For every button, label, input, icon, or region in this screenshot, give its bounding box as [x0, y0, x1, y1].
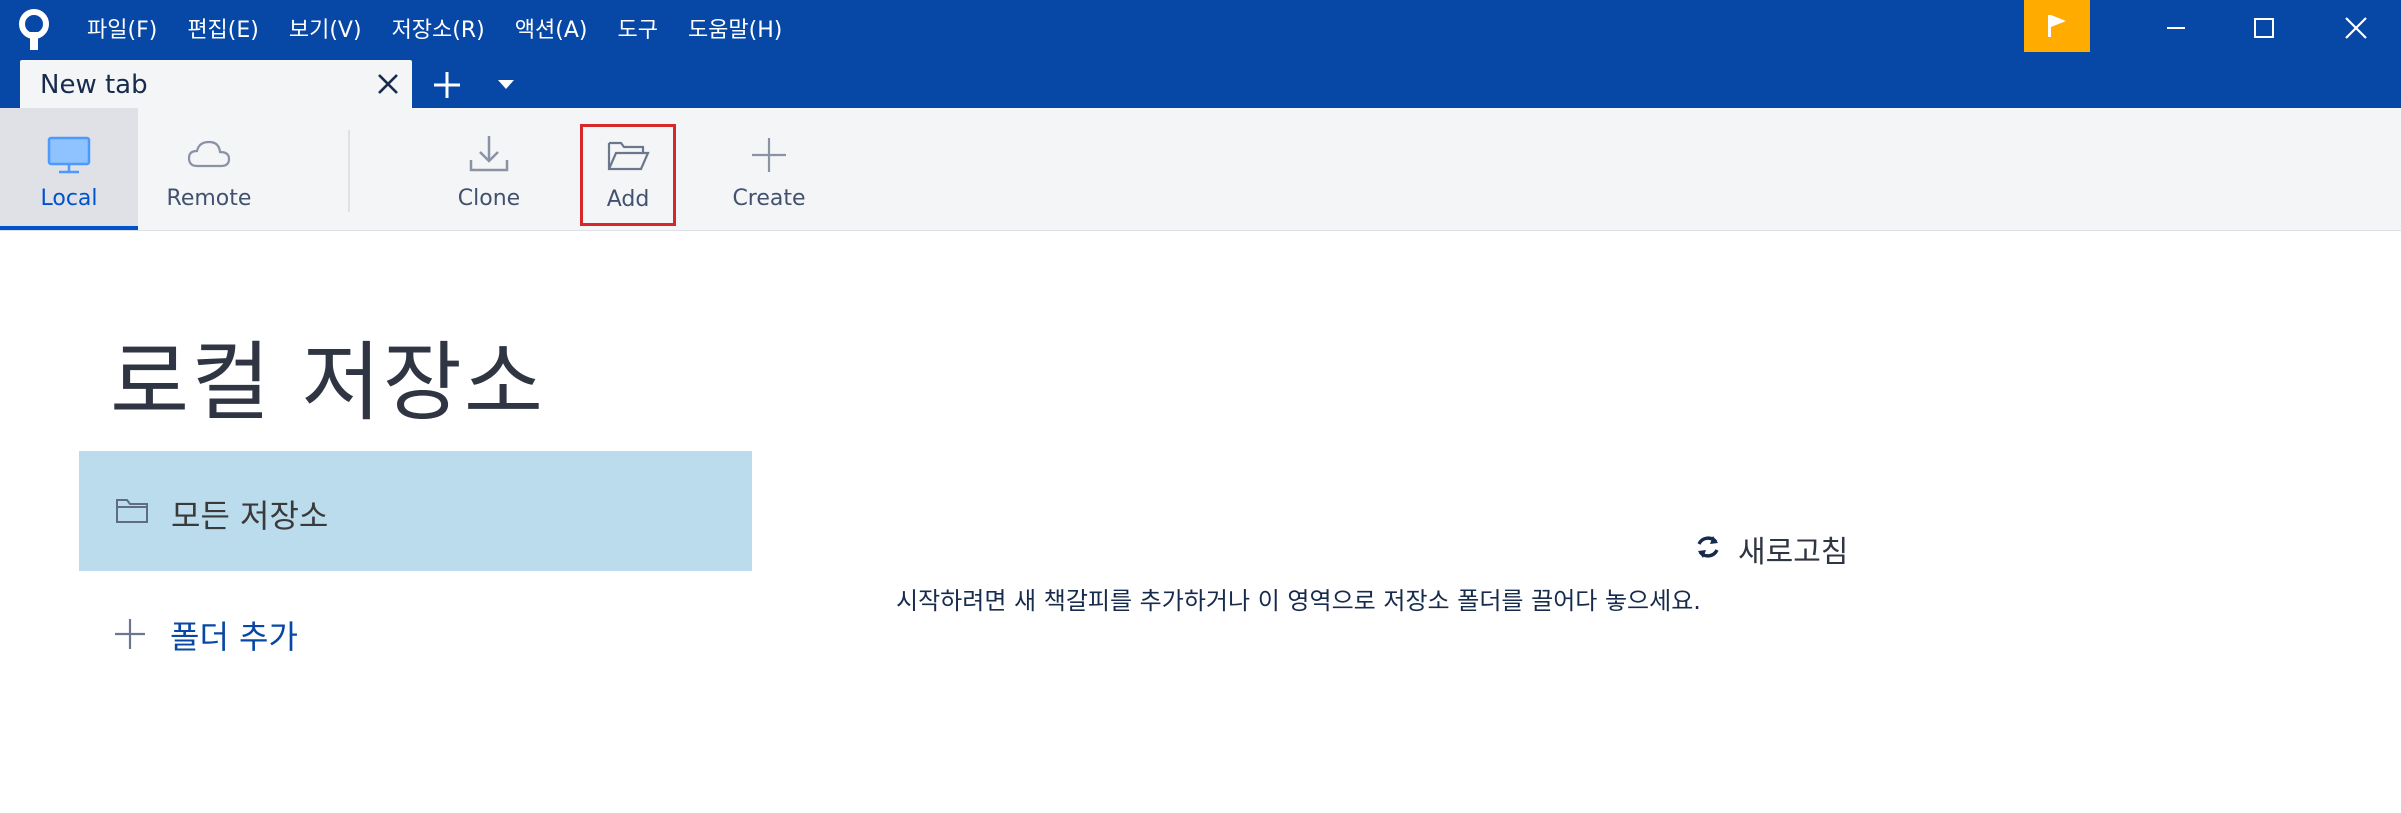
chevron-down-icon[interactable] — [494, 74, 518, 94]
folder-icon — [116, 499, 148, 523]
minimize-icon — [2167, 27, 2185, 29]
download-icon — [469, 136, 509, 172]
refresh-label: 새로고침 — [1738, 535, 1849, 570]
menu-view[interactable]: 보기(V) — [274, 12, 377, 44]
page-title: 로컬 저장소 — [110, 333, 545, 433]
maximize-icon — [2254, 18, 2274, 38]
refresh-icon — [1697, 536, 1719, 558]
all-repositories-item[interactable]: 모든 저장소 — [79, 451, 752, 571]
toolbar-divider — [348, 130, 350, 212]
tab-close-icon[interactable] — [374, 70, 402, 98]
clone-button[interactable]: Clone — [424, 108, 554, 230]
sourcetree-logo-icon — [19, 9, 49, 50]
toolbar: Local Remote Clone Add Create — [0, 108, 2401, 231]
title-bar: 파일(F) 편집(E) 보기(V) 저장소(R) 액션(A) 도구 도움말(H) — [0, 0, 2401, 56]
remote-label: Remote — [166, 186, 252, 211]
close-window-button[interactable] — [2310, 0, 2401, 56]
cloud-icon — [187, 140, 231, 168]
local-label: Local — [40, 186, 98, 211]
create-label: Create — [732, 186, 806, 211]
add-button[interactable]: Add — [580, 124, 676, 226]
menu-actions[interactable]: 액션(A) — [500, 12, 603, 44]
tab-title: New tab — [40, 70, 148, 100]
tab-strip: New tab — [0, 56, 2401, 108]
plus-icon — [115, 619, 145, 649]
menu-tools[interactable]: 도구 — [602, 12, 672, 44]
monitor-icon — [47, 136, 91, 174]
notifications-flag-button[interactable] — [2024, 0, 2090, 52]
flag-icon — [2048, 15, 2066, 37]
add-folder-label: 폴더 추가 — [170, 618, 298, 656]
all-repositories-label: 모든 저장소 — [171, 497, 329, 535]
tab-new-tab[interactable]: New tab — [20, 60, 412, 108]
maximize-button[interactable] — [2218, 0, 2310, 56]
menu-file[interactable]: 파일(F) — [72, 12, 172, 44]
empty-state-hint: 시작하려면 새 책갈피를 추가하거나 이 영역으로 저장소 폴더를 끌어다 놓으… — [896, 587, 1701, 615]
add-label: Add — [606, 187, 650, 212]
menu-repository[interactable]: 저장소(R) — [377, 12, 500, 44]
new-tab-plus-icon[interactable] — [428, 66, 466, 104]
menu-help[interactable]: 도움말(H) — [673, 12, 797, 44]
menu-edit[interactable]: 편집(E) — [172, 12, 274, 44]
clone-label: Clone — [457, 186, 521, 211]
local-button[interactable]: Local — [0, 108, 138, 230]
plus-icon — [752, 138, 786, 172]
remote-button[interactable]: Remote — [142, 108, 276, 230]
create-button[interactable]: Create — [700, 108, 838, 230]
open-folder-icon — [607, 141, 650, 171]
minimize-button[interactable] — [2130, 0, 2222, 56]
menu-bar: 파일(F) 편집(E) 보기(V) 저장소(R) 액션(A) 도구 도움말(H) — [72, 0, 797, 56]
close-icon — [2345, 17, 2367, 39]
